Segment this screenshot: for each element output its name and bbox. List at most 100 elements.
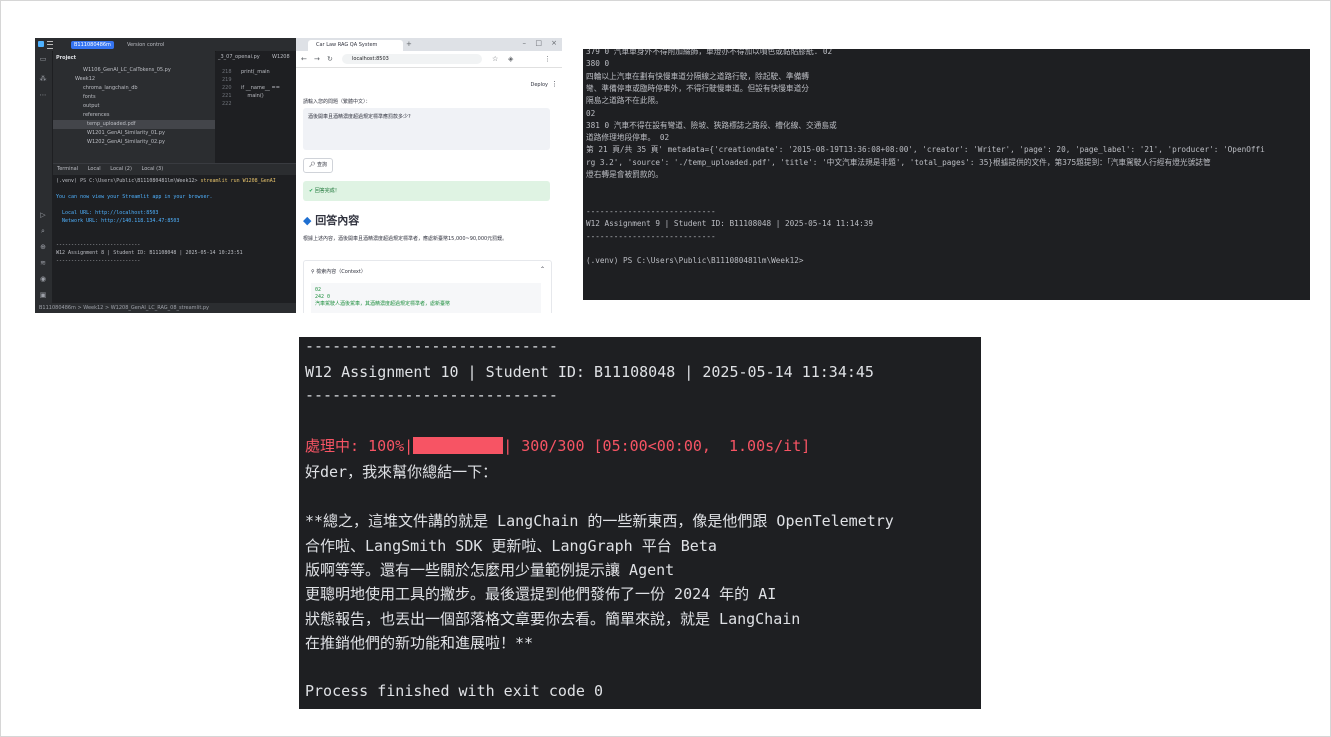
close-icon[interactable]: ×: [551, 39, 557, 47]
project-header[interactable]: Project: [56, 55, 76, 61]
terminal-prompt: (.venv) PS C:\Users\Public\B111080481lm\…: [56, 178, 201, 184]
chevron-up-icon[interactable]: ⌃: [540, 266, 545, 273]
code-editor[interactable]: _3_07_openai.py W1208 218 219 220 221 22…: [216, 51, 296, 163]
layers-icon[interactable]: ≋: [39, 259, 47, 267]
services-icon[interactable]: ◉: [39, 275, 47, 283]
progress-line: 處理中: 100%| | 300/300 [05:00<00:00, 1.00s/…: [305, 435, 810, 456]
console-line: ----------------------------: [586, 206, 716, 216]
query-button[interactable]: 🔎︎ 查詢: [303, 158, 333, 173]
answer-heading: ◆ 回答內容: [303, 212, 359, 228]
tree-item-selected[interactable]: temp_uploaded.pdf: [53, 120, 215, 129]
summary-line: 在推銷他們的新功能和進展啦！**: [305, 634, 534, 652]
line-numbers: 218 219 220 221 222: [222, 69, 232, 107]
tree-item[interactable]: W1201_GenAI_Similarity_01.py: [53, 129, 215, 138]
terminal-panel[interactable]: Terminal Local Local (2) Local (3) (.ven…: [53, 163, 296, 304]
forward-icon[interactable]: →: [314, 54, 320, 64]
answer-text: 根據上述內容，酒後開車且酒精濃度超過規定標準者，應處新臺幣15,000~90,0…: [303, 236, 508, 242]
context-expander[interactable]: ⚲ 檢索內容（Context） ⌃ 02 242 0 汽車駕駛人酒後駕車，其酒精…: [303, 260, 552, 313]
tree-item[interactable]: fonts: [53, 93, 215, 102]
console-line: 第 21 頁/共 35 頁' metadata={'creationdate':…: [586, 145, 1265, 155]
address-bar: ← → ↻ localhost:8503 ☆ ◈ ⋮: [296, 51, 562, 68]
tree-item[interactable]: Week12: [53, 75, 215, 84]
tree-item[interactable]: W1202_GenAI_Similarity_02.py: [53, 138, 215, 147]
url-field[interactable]: localhost:8503: [342, 54, 482, 64]
terminal-message: You can now view your Streamlit app in y…: [56, 194, 213, 200]
terminal-tabs: Terminal Local Local (2) Local (3): [53, 164, 296, 175]
tree-item[interactable]: W1106_GenAI_LC_CalTokens_05.py: [53, 66, 215, 75]
tab-local[interactable]: Local: [88, 166, 101, 172]
local-url-link[interactable]: Local URL: http://localhost:8503: [56, 210, 158, 216]
console-line: (.venv) PS C:\Users\Public\B111080481lm\…: [586, 256, 804, 266]
new-tab-icon[interactable]: +: [406, 40, 412, 48]
status-bar: B111080486m > Week12 > W1208_GenAI_LC_RA…: [35, 303, 296, 313]
context-snippet: 02 242 0 汽車駕駛人酒後駕車，其酒精濃度超過規定標準者，處新臺幣: [311, 283, 541, 313]
ide-logo-icon: [38, 41, 44, 47]
answer-heading-text: 回答內容: [315, 214, 360, 227]
browser-tab[interactable]: Car Law RAG QA System: [308, 40, 403, 51]
bookmark-icon[interactable]: ☆: [492, 54, 498, 64]
ide-title-bar: B111080486m Version control: [35, 38, 296, 52]
structure-icon[interactable]: ⁂: [39, 75, 47, 83]
summary-line: **總之，這堆文件講的就是 LangChain 的一些新東西，像是他們跟 Ope…: [305, 512, 894, 530]
question-textarea[interactable]: 酒後開車且酒精濃度超過規定標準應罰款多少?: [303, 108, 550, 150]
terminal-icon[interactable]: ▣: [39, 291, 47, 299]
console-line: 四輪以上汽車在劃有快慢車道分隔線之道路行駛，除起駛、準備轉: [586, 71, 809, 81]
console-line: 02: [586, 108, 596, 118]
tool-rail: ▭ ⁂ ⋯ ▷ ⌕ ⊕ ≋ ◉ ▣ ⓘ: [35, 51, 52, 313]
exit-line: Process finished with exit code 0: [305, 682, 604, 700]
code-text: print(_main if __name__ == main(): [241, 69, 280, 99]
summary-line: 版啊等等。還有一些關於怎麼用少量範例提示讓 Agent: [305, 561, 675, 579]
editor-tab[interactable]: W1208: [272, 54, 290, 60]
deploy-button[interactable]: Deploy: [530, 82, 548, 88]
separator-line: ----------------------------: [305, 337, 558, 355]
back-icon[interactable]: ←: [301, 54, 307, 64]
ide-window: B111080486m Version control ▭ ⁂ ⋯ ▷ ⌕ ⊕ …: [35, 38, 296, 313]
run-icon[interactable]: ▷: [39, 211, 47, 219]
project-tree: W1106_GenAI_LC_CalTokens_05.py Week12 ch…: [53, 66, 215, 147]
search-icon[interactable]: ⌕: [39, 227, 47, 235]
screenshot-terminal-output: 379 0 汽車車身外不得附加綴飾，車燈亦不得加以噴色或黏貼膠紙. 02 380 …: [583, 49, 1310, 300]
project-switcher[interactable]: B111080486m: [71, 41, 114, 49]
progress-stats: | 300/300 [05:00<00:00, 1.00s/it]: [503, 437, 811, 455]
console-line: 燈右轉是會被罰款的。: [586, 170, 663, 179]
expander-label: ⚲ 檢索內容（Context）: [311, 268, 366, 275]
hamburger-menu-icon[interactable]: [47, 41, 53, 49]
console-line: 道路修理地段停車。 02: [586, 133, 670, 143]
minimize-icon[interactable]: –: [523, 39, 527, 47]
browser-menu-icon[interactable]: ⋮: [544, 54, 551, 64]
python-console-icon[interactable]: ⊕: [39, 243, 47, 251]
tree-item[interactable]: chroma_langchain_db: [53, 84, 215, 93]
more-icon[interactable]: ⋯: [39, 91, 47, 99]
success-alert: ✔ 回答完成！: [303, 181, 550, 201]
success-text: 回答完成！: [314, 188, 340, 194]
maximize-icon[interactable]: □: [535, 39, 542, 47]
version-control-menu[interactable]: Version control: [127, 41, 164, 49]
tab-local-2[interactable]: Local (2): [110, 166, 132, 172]
summary-line: 合作啦、LangSmith SDK 更新啦、LangGraph 平台 Beta: [305, 537, 717, 555]
tab-terminal[interactable]: Terminal: [57, 166, 78, 172]
terminal-output: (.venv) PS C:\Users\Public\B111080481lm\…: [53, 175, 296, 267]
extension-icon[interactable]: ◈: [508, 54, 513, 64]
assignment-line: W12 Assignment 10 | Student ID: B1110804…: [305, 363, 874, 381]
network-url-link[interactable]: Network URL: http://140.118.134.47:8503: [56, 218, 179, 224]
query-icon: 🔎︎: [309, 162, 317, 168]
editor-tab[interactable]: _3_07_openai.py: [218, 54, 260, 60]
tab-local-3[interactable]: Local (3): [142, 166, 164, 172]
query-button-label: 查詢: [316, 162, 327, 168]
terminal-command: streamlit run W1208_GenAI: [200, 178, 276, 184]
console-line: 380 0: [586, 59, 610, 69]
folder-icon[interactable]: ▭: [39, 55, 47, 63]
tree-item[interactable]: references: [53, 111, 215, 120]
expander-label-text: 檢索內容（Context）: [316, 269, 366, 275]
reload-icon[interactable]: ↻: [327, 54, 333, 64]
summary-line: 好der，我來幫你總結一下：: [305, 463, 498, 481]
console-line: 隔島之道路不在此限。: [586, 96, 663, 106]
summary-line: 狀態報告，也丟出一個部落格文章要你去看。簡單來說，就是 LangChain: [305, 610, 801, 628]
summary-line: 更聰明地使用工具的撇步。最後還提到他們發佈了一份 2024 年的 AI: [305, 585, 777, 603]
screenshot-run-console: ---------------------------- W12 Assignm…: [299, 337, 981, 709]
assignment-line: W12 Assignment 8 | Student ID: B11108048…: [56, 250, 243, 256]
separator-line: ----------------------------: [56, 242, 141, 248]
tree-item[interactable]: output: [53, 102, 215, 111]
app-menu-icon[interactable]: ⋮: [551, 80, 558, 88]
question-label: 請輸入您的問題（繁體中文）：: [303, 99, 371, 105]
